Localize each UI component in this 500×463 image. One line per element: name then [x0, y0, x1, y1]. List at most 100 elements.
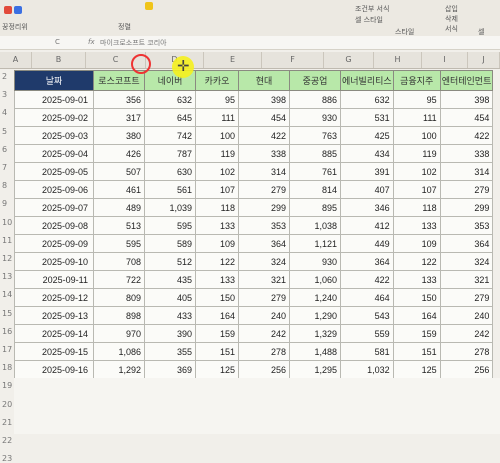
value-cell[interactable]: 513: [93, 216, 145, 235]
row-header[interactable]: 22: [0, 436, 14, 445]
value-cell[interactable]: 398: [439, 90, 494, 109]
header-company[interactable]: 엔터테인먼트: [439, 70, 494, 91]
date-cell[interactable]: 2025-09-03: [14, 126, 94, 145]
value-cell[interactable]: 324: [439, 252, 494, 271]
value-cell[interactable]: 814: [289, 180, 341, 199]
date-cell[interactable]: 2025-09-04: [14, 144, 94, 163]
value-cell[interactable]: 722: [93, 270, 145, 289]
value-cell[interactable]: 111: [195, 108, 239, 127]
value-cell[interactable]: 1,295: [289, 360, 341, 379]
value-cell[interactable]: 338: [238, 144, 290, 163]
header-company[interactable]: 로스코프트: [93, 70, 145, 91]
value-cell[interactable]: 278: [439, 342, 494, 361]
date-cell[interactable]: 2025-09-07: [14, 198, 94, 217]
value-cell[interactable]: 1,488: [289, 342, 341, 361]
value-cell[interactable]: 589: [144, 234, 196, 253]
column-header-f[interactable]: F: [262, 52, 324, 68]
row-header[interactable]: 7: [0, 163, 14, 172]
value-cell[interactable]: 543: [340, 306, 394, 325]
value-cell[interactable]: 314: [439, 162, 494, 181]
value-cell[interactable]: 422: [439, 126, 494, 145]
value-cell[interactable]: 133: [195, 216, 239, 235]
column-header-i[interactable]: I: [422, 52, 468, 68]
value-cell[interactable]: 317: [93, 108, 145, 127]
value-cell[interactable]: 422: [238, 126, 290, 145]
value-cell[interactable]: 809: [93, 288, 145, 307]
ribbon-item-sort[interactable]: 꿍정리위: [2, 22, 28, 32]
fx-icon[interactable]: fx: [88, 38, 95, 46]
header-date[interactable]: 날짜: [14, 70, 94, 91]
header-company[interactable]: 중공업: [289, 70, 341, 91]
column-header-g[interactable]: G: [324, 52, 374, 68]
ribbon-item-sort-filter[interactable]: 정렬: [118, 22, 131, 32]
row-header[interactable]: 2: [0, 72, 14, 81]
value-cell[interactable]: 118: [195, 198, 239, 217]
value-cell[interactable]: 364: [340, 252, 394, 271]
row-header[interactable]: 9: [0, 199, 14, 208]
value-cell[interactable]: 240: [439, 306, 494, 325]
value-cell[interactable]: 279: [439, 180, 494, 199]
value-cell[interactable]: 278: [238, 342, 290, 361]
value-cell[interactable]: 898: [93, 306, 145, 325]
value-cell[interactable]: 125: [195, 360, 239, 379]
value-cell[interactable]: 242: [238, 324, 290, 343]
value-cell[interactable]: 398: [238, 90, 290, 109]
value-cell[interactable]: 930: [289, 252, 341, 271]
value-cell[interactable]: 531: [340, 108, 394, 127]
value-cell[interactable]: 256: [439, 360, 494, 379]
value-cell[interactable]: 930: [289, 108, 341, 127]
value-cell[interactable]: 299: [439, 198, 494, 217]
value-cell[interactable]: 119: [195, 144, 239, 163]
column-header-a[interactable]: A: [0, 52, 32, 68]
date-cell[interactable]: 2025-09-12: [14, 288, 94, 307]
value-cell[interactable]: 425: [340, 126, 394, 145]
value-cell[interactable]: 1,329: [289, 324, 341, 343]
row-header[interactable]: 8: [0, 181, 14, 190]
value-cell[interactable]: 630: [144, 162, 196, 181]
value-cell[interactable]: 970: [93, 324, 145, 343]
date-cell[interactable]: 2025-09-09: [14, 234, 94, 253]
value-cell[interactable]: 369: [144, 360, 196, 379]
value-cell[interactable]: 507: [93, 162, 145, 181]
value-cell[interactable]: 1,121: [289, 234, 341, 253]
value-cell[interactable]: 1,060: [289, 270, 341, 289]
value-cell[interactable]: 595: [144, 216, 196, 235]
value-cell[interactable]: 632: [144, 90, 196, 109]
value-cell[interactable]: 885: [289, 144, 341, 163]
value-cell[interactable]: 632: [340, 90, 394, 109]
value-cell[interactable]: 109: [392, 234, 441, 253]
value-cell[interactable]: 338: [439, 144, 494, 163]
value-cell[interactable]: 107: [195, 180, 239, 199]
value-cell[interactable]: 645: [144, 108, 196, 127]
value-cell[interactable]: 422: [340, 270, 394, 289]
value-cell[interactable]: 256: [238, 360, 290, 379]
ribbon-item-delete[interactable]: 삭제: [445, 14, 458, 24]
value-cell[interactable]: 435: [144, 270, 196, 289]
value-cell[interactable]: 761: [289, 162, 341, 181]
column-header-j[interactable]: J: [468, 52, 500, 68]
value-cell[interactable]: 242: [439, 324, 494, 343]
value-cell[interactable]: 1,240: [289, 288, 341, 307]
row-header[interactable]: 6: [0, 145, 14, 154]
value-cell[interactable]: 434: [340, 144, 394, 163]
value-cell[interactable]: 1,292: [93, 360, 145, 379]
column-header-b[interactable]: B: [32, 52, 86, 68]
value-cell[interactable]: 512: [144, 252, 196, 271]
value-cell[interactable]: 763: [289, 126, 341, 145]
header-company[interactable]: 현대: [238, 70, 290, 91]
value-cell[interactable]: 151: [392, 342, 441, 361]
value-cell[interactable]: 742: [144, 126, 196, 145]
value-cell[interactable]: 102: [195, 162, 239, 181]
font-color-icon[interactable]: [14, 6, 22, 14]
value-cell[interactable]: 1,038: [289, 216, 341, 235]
row-header[interactable]: 16: [0, 327, 14, 336]
value-cell[interactable]: 150: [195, 288, 239, 307]
value-cell[interactable]: 122: [392, 252, 441, 271]
value-cell[interactable]: 581: [340, 342, 394, 361]
value-cell[interactable]: 407: [340, 180, 394, 199]
header-company[interactable]: 에너빌리티스: [340, 70, 394, 91]
value-cell[interactable]: 164: [392, 306, 441, 325]
row-header[interactable]: 11: [0, 236, 14, 245]
date-cell[interactable]: 2025-09-08: [14, 216, 94, 235]
value-cell[interactable]: 390: [144, 324, 196, 343]
